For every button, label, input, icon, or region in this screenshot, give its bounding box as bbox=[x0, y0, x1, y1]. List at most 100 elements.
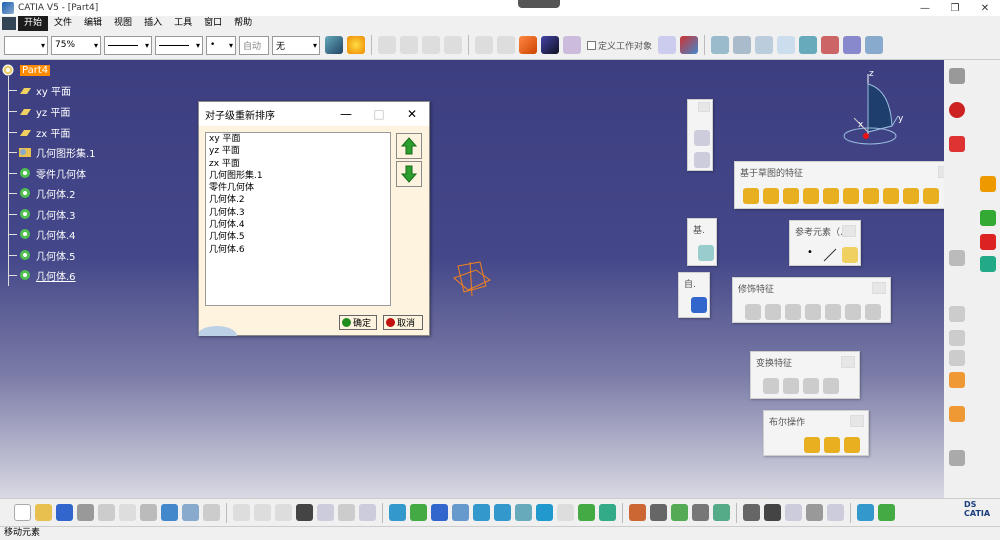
move-up-button[interactable] bbox=[396, 133, 422, 159]
loft-icon[interactable] bbox=[903, 188, 919, 204]
annotation-icon[interactable] bbox=[949, 306, 965, 322]
new-icon[interactable] bbox=[14, 504, 31, 521]
capture-icon[interactable] bbox=[949, 330, 965, 346]
remove-face-icon[interactable] bbox=[865, 304, 881, 320]
pocket-icon[interactable] bbox=[763, 188, 779, 204]
point-symbol-select[interactable]: • ▾ bbox=[206, 35, 236, 55]
menu-insert[interactable]: 插入 bbox=[138, 16, 168, 31]
menu-help[interactable]: 帮助 bbox=[228, 16, 258, 31]
tree-item-body-5[interactable]: 几何体.5 bbox=[18, 246, 76, 264]
sketch-icon[interactable] bbox=[658, 36, 677, 54]
refresh-icon[interactable] bbox=[711, 36, 730, 54]
render-icon[interactable] bbox=[980, 256, 996, 272]
panel-close-icon[interactable] bbox=[872, 282, 886, 294]
remove-icon[interactable] bbox=[844, 437, 860, 453]
sketch-positioned-icon[interactable] bbox=[694, 152, 710, 168]
plane-icon[interactable] bbox=[842, 247, 858, 263]
tree-item-xy-plane[interactable]: xy 平面 bbox=[18, 81, 71, 99]
redo-icon[interactable] bbox=[182, 504, 199, 521]
thread-icon[interactable] bbox=[845, 304, 861, 320]
paint-bucket-icon[interactable] bbox=[980, 176, 996, 192]
menu-window[interactable]: 窗口 bbox=[198, 16, 228, 31]
catalog-icon[interactable] bbox=[541, 36, 559, 54]
groove-icon[interactable] bbox=[803, 188, 819, 204]
hide-show-icon[interactable] bbox=[578, 504, 595, 521]
rendering-style-select[interactable]: 自动 bbox=[239, 35, 269, 55]
list-item[interactable]: 几何图形集.1 bbox=[206, 170, 390, 182]
graph-icon[interactable] bbox=[359, 504, 376, 521]
fit-all-icon[interactable] bbox=[410, 504, 427, 521]
tree-item-part-body[interactable]: 零件几何体 bbox=[18, 164, 86, 182]
catalog-icon[interactable] bbox=[275, 504, 292, 521]
zoom-in-icon[interactable] bbox=[473, 504, 490, 521]
comment-icon[interactable] bbox=[254, 504, 271, 521]
cube-icon[interactable] bbox=[980, 234, 996, 250]
normal-view-icon[interactable] bbox=[515, 504, 532, 521]
panel-close-icon[interactable] bbox=[841, 356, 855, 368]
measure-between-icon[interactable] bbox=[650, 504, 667, 521]
list-item[interactable]: xy 平面 bbox=[206, 133, 390, 145]
fillet-icon[interactable] bbox=[745, 304, 761, 320]
point-icon[interactable]: • bbox=[802, 247, 818, 263]
undo-icon[interactable] bbox=[161, 504, 178, 521]
open-icon[interactable] bbox=[35, 504, 52, 521]
ok-button[interactable]: 确定 bbox=[339, 315, 377, 330]
stiffener-icon[interactable] bbox=[883, 188, 899, 204]
painter-icon[interactable] bbox=[325, 36, 343, 54]
scan-icon[interactable] bbox=[338, 504, 355, 521]
knowledge-icon[interactable] bbox=[680, 36, 699, 54]
tree-item-zx-plane[interactable]: zx 平面 bbox=[18, 123, 70, 141]
material-icon[interactable] bbox=[629, 504, 646, 521]
fly-icon[interactable] bbox=[389, 504, 406, 521]
filter-icon[interactable] bbox=[949, 350, 965, 366]
paste-icon[interactable] bbox=[140, 504, 157, 521]
compass-icon[interactable] bbox=[840, 66, 910, 156]
bulb-icon[interactable] bbox=[347, 36, 365, 54]
layer-select[interactable]: 无 ▾ bbox=[272, 35, 320, 55]
measure-icon[interactable] bbox=[563, 36, 581, 54]
list-item[interactable]: yz 平面 bbox=[206, 145, 390, 157]
panel-close-icon[interactable] bbox=[842, 225, 856, 237]
eraser-icon[interactable] bbox=[865, 36, 884, 54]
fly-icon[interactable] bbox=[857, 504, 874, 521]
menu-view[interactable]: 视图 bbox=[108, 16, 138, 31]
tree-item-yz-plane[interactable]: yz 平面 bbox=[18, 102, 70, 120]
measure-item-icon[interactable] bbox=[671, 504, 688, 521]
menu-tools[interactable]: 工具 bbox=[168, 16, 198, 31]
paint-icon[interactable] bbox=[444, 36, 462, 54]
children-list[interactable]: xy 平面 yz 平面 zx 平面 几何图形集.1 零件几何体 几何体.2 几何… bbox=[205, 132, 391, 306]
tree-icon[interactable] bbox=[317, 504, 334, 521]
line-type-select[interactable]: ▾ bbox=[155, 35, 203, 55]
list-item[interactable]: zx 平面 bbox=[206, 158, 390, 170]
solid-icon[interactable] bbox=[475, 36, 493, 54]
knowledge-icon[interactable] bbox=[743, 504, 760, 521]
graph-icon[interactable] bbox=[827, 504, 844, 521]
translation-icon[interactable] bbox=[763, 378, 779, 394]
point-icon[interactable] bbox=[378, 36, 396, 54]
tree-root-part4[interactable]: Part4 bbox=[2, 61, 51, 79]
plane-view-icon[interactable] bbox=[949, 250, 965, 266]
solid-icon[interactable] bbox=[698, 245, 714, 261]
assemble-icon[interactable] bbox=[804, 437, 820, 453]
list-item[interactable]: 几何体.4 bbox=[206, 219, 390, 231]
redo-icon[interactable] bbox=[422, 36, 440, 54]
hole-icon[interactable] bbox=[823, 188, 839, 204]
line-icon[interactable] bbox=[822, 247, 838, 263]
pdf-icon[interactable] bbox=[949, 136, 965, 152]
analysis-icon[interactable] bbox=[713, 504, 730, 521]
rib-icon[interactable] bbox=[843, 188, 859, 204]
list-item[interactable]: 几何体.5 bbox=[206, 231, 390, 243]
save-icon[interactable] bbox=[56, 504, 73, 521]
table-icon[interactable] bbox=[296, 504, 313, 521]
solid-icon[interactable] bbox=[497, 36, 515, 54]
zoom-out-icon[interactable] bbox=[494, 504, 511, 521]
tree-item-body-6[interactable]: 几何体.6 bbox=[18, 266, 76, 284]
shell-icon[interactable] bbox=[805, 304, 821, 320]
rotate-icon[interactable] bbox=[733, 36, 752, 54]
sketch-icon[interactable] bbox=[694, 130, 710, 146]
slot-icon[interactable] bbox=[863, 188, 879, 204]
list-item[interactable]: 几何体.6 bbox=[206, 244, 390, 256]
scaling-icon[interactable] bbox=[823, 378, 839, 394]
list-item[interactable]: 几何体.3 bbox=[206, 207, 390, 219]
chamfer-icon[interactable] bbox=[765, 304, 781, 320]
